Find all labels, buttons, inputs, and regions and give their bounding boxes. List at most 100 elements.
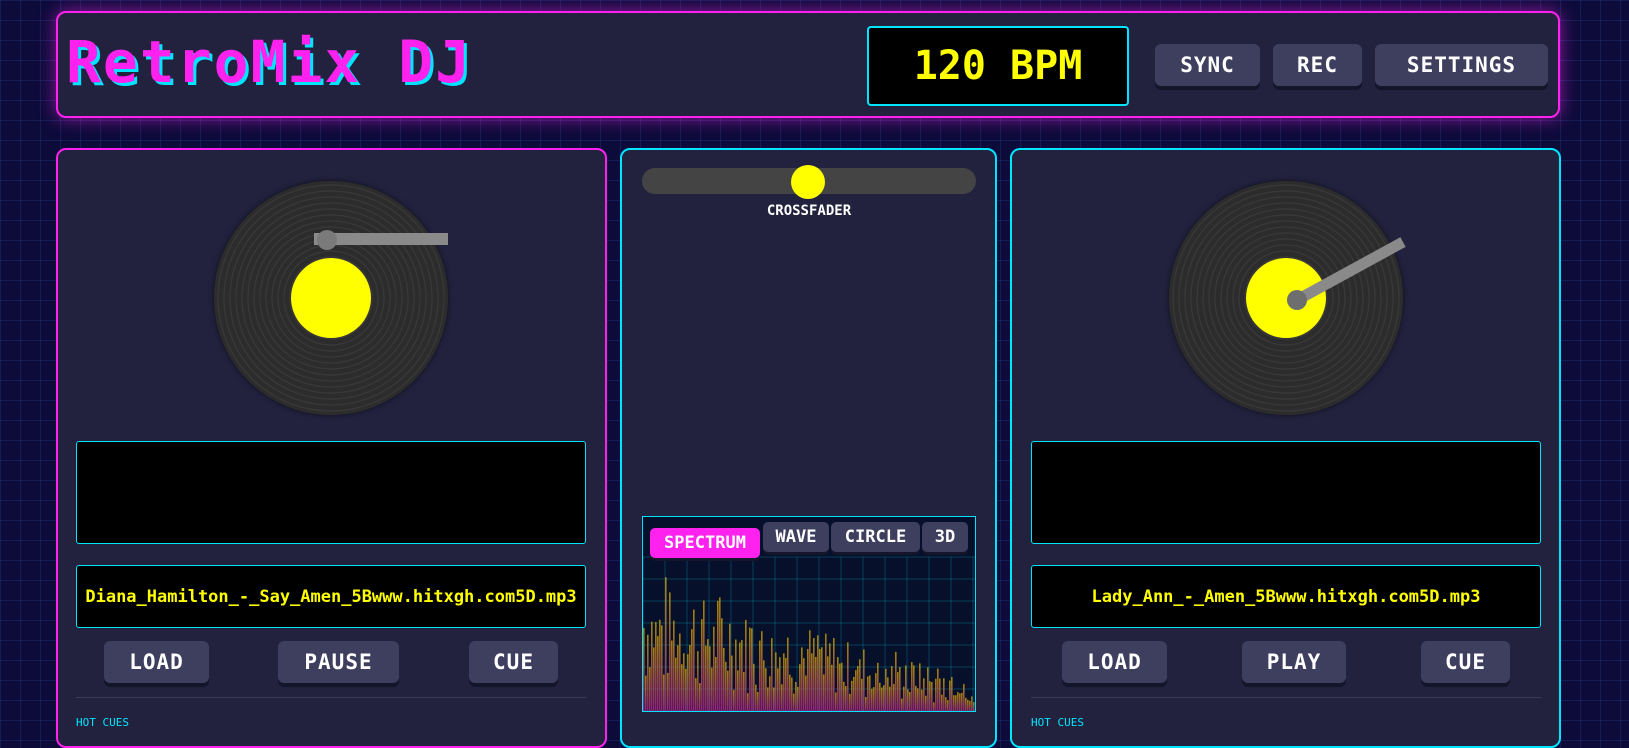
deck-b-load-button[interactable]: LOAD (1062, 641, 1167, 683)
spectrum-bar (801, 647, 803, 711)
spectrum-bar (835, 692, 837, 711)
deck-a-load-button[interactable]: LOAD (104, 641, 209, 683)
spectrum-bar (673, 620, 675, 711)
spectrum-bar (839, 663, 841, 711)
viz-tab-circle[interactable]: CIRCLE (831, 522, 920, 552)
spectrum-bar (727, 670, 729, 711)
spectrum-bar (719, 597, 721, 711)
viz-tab-3d[interactable]: 3D (922, 522, 968, 552)
crossfader-handle[interactable] (791, 165, 825, 199)
spectrum-bar (877, 662, 879, 711)
spectrum-bar (845, 686, 847, 711)
spectrum-bar (957, 692, 959, 711)
spectrum-bar (767, 687, 769, 711)
spectrum-bar (739, 642, 741, 711)
spectrum-bar (865, 696, 867, 711)
spectrum-bar (707, 639, 709, 711)
spectrum-bar (667, 672, 669, 711)
spectrum-bar (777, 668, 779, 711)
spectrum-bar (731, 655, 733, 711)
spectrum-bar (701, 619, 703, 711)
spectrum-bar (679, 633, 681, 711)
spectrum-bar (939, 678, 941, 711)
spectrum-bar (797, 686, 799, 711)
spectrum-bar (889, 686, 891, 711)
spectrum-bar (823, 674, 825, 711)
spectrum-bar (943, 678, 945, 711)
deck-a-turntable[interactable] (214, 181, 448, 415)
spectrum-bar (689, 644, 691, 711)
deck-b-play-button[interactable]: PLAY (1242, 641, 1346, 683)
spectrum-bar (803, 658, 805, 711)
spectrum-bar (861, 678, 863, 711)
spectrum-bar (973, 702, 975, 711)
deck-b-track-name: Lady_Ann_-_Amen_5Bwww.hitxgh.com5D.mp3 (1031, 565, 1541, 628)
spectrum-bar (975, 689, 976, 712)
spectrum-bar (771, 638, 773, 711)
spectrum-bar (935, 678, 937, 711)
spectrum-bar (841, 662, 843, 711)
deck-b-divider (1031, 697, 1541, 698)
spectrum-bar (745, 619, 747, 711)
spectrum-bar (743, 671, 745, 711)
spectrum-bar (799, 664, 801, 711)
spectrum-bar (671, 640, 673, 711)
viz-tab-wave[interactable]: WAVE (763, 522, 829, 552)
rec-button[interactable]: REC (1273, 44, 1362, 86)
spectrum-bar (859, 659, 861, 711)
spectrum-bar (773, 687, 775, 711)
spectrum-bar (827, 656, 829, 711)
spectrum-bar (735, 639, 737, 711)
spectrum-bar (643, 627, 645, 711)
spectrum-bar (655, 621, 657, 711)
spectrum-bar (853, 676, 855, 711)
spectrum-bar (659, 619, 661, 711)
spectrum-bar (783, 653, 785, 711)
spectrum-bar (721, 618, 723, 711)
spectrum-bar (921, 689, 923, 711)
bpm-display: 120 BPM (867, 26, 1129, 106)
deck-a-cue-button[interactable]: CUE (469, 641, 558, 683)
deck-a-tonearm[interactable] (310, 228, 460, 258)
spectrum-bar (715, 657, 717, 711)
spectrum-bar (913, 665, 915, 711)
deck-a-pause-button[interactable]: PAUSE (278, 641, 399, 683)
spectrum-bar (851, 680, 853, 711)
sync-button[interactable]: SYNC (1155, 44, 1260, 86)
spectrum-bar (945, 697, 947, 711)
spectrum-bar (929, 681, 931, 711)
spectrum-bar (663, 674, 665, 711)
settings-button[interactable]: SETTINGS (1375, 44, 1548, 86)
spectrum-bar (759, 640, 761, 711)
app-title: RetroMix DJ (66, 28, 473, 96)
spectrum-bar (789, 674, 791, 711)
spectrum-bar (967, 699, 969, 711)
spectrum-bar (787, 637, 789, 711)
spectrum-bar (883, 685, 885, 711)
spectrum-bar (925, 695, 927, 711)
deck-b-tonearm[interactable] (1285, 230, 1415, 310)
spectrum-bar (761, 631, 763, 711)
spectrum-bar (687, 654, 689, 711)
spectrum-bar (971, 696, 973, 711)
spectrum-bar (895, 651, 897, 711)
spectrum-bar (757, 691, 759, 711)
spectrum-bar (959, 693, 961, 711)
spectrum-bar (751, 628, 753, 711)
spectrum-bar (723, 648, 725, 711)
spectrum-bar (873, 687, 875, 711)
deck-b-cue-button[interactable]: CUE (1421, 641, 1510, 683)
spectrum-bar (681, 664, 683, 711)
deck-a-divider (76, 697, 586, 698)
spectrum-bar (951, 677, 953, 711)
spectrum-bar (697, 651, 699, 711)
spectrum-bar (809, 630, 811, 711)
spectrum-bar (881, 687, 883, 711)
spectrum-bar (703, 600, 705, 711)
spectrum-bar (899, 667, 901, 711)
spectrum-bar (753, 663, 755, 711)
spectrum-bar (785, 657, 787, 711)
spectrum-bar (911, 662, 913, 711)
viz-tab-spectrum[interactable]: SPECTRUM (650, 528, 760, 558)
spectrum-bar (807, 648, 809, 711)
